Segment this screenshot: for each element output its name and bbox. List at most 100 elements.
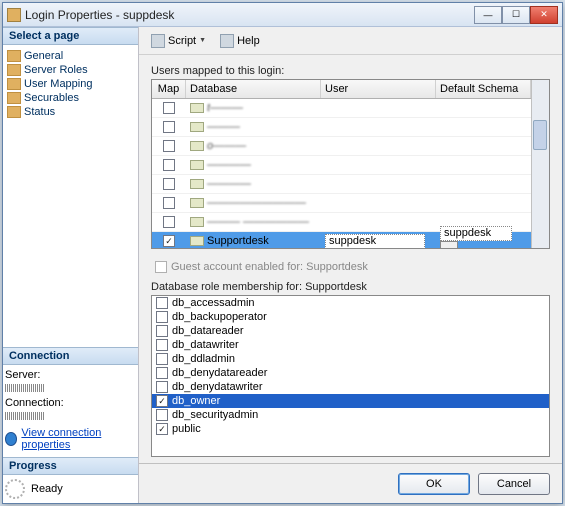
map-checkbox[interactable] xyxy=(163,197,175,209)
page-icon xyxy=(7,92,21,104)
role-item[interactable]: db_securityadmin xyxy=(152,408,549,422)
map-checkbox[interactable] xyxy=(163,121,175,133)
globe-icon xyxy=(5,432,17,446)
table-row[interactable]: ———— xyxy=(152,175,531,194)
table-row[interactable]: ———— xyxy=(152,156,531,175)
toolbar: Script ▼ Help xyxy=(139,27,562,55)
titlebar[interactable]: Login Properties - suppdesk — ☐ ✕ xyxy=(3,3,562,27)
page-icon xyxy=(7,64,21,76)
role-membership-label: Database role membership for: Supportdes… xyxy=(151,281,550,293)
grid-rows: t——————o——————————————————————— ——————Su… xyxy=(152,99,531,248)
map-checkbox[interactable] xyxy=(163,235,175,247)
page-icon xyxy=(7,106,21,118)
connection-header: Connection xyxy=(3,347,138,365)
col-schema[interactable]: Default Schema xyxy=(436,80,531,98)
role-checkbox[interactable] xyxy=(156,297,168,309)
db-name: ——— xyxy=(207,121,240,133)
view-connection-properties-link[interactable]: View connection properties xyxy=(21,427,136,451)
progress-body: Ready xyxy=(3,475,138,503)
help-button[interactable]: Help xyxy=(216,32,264,50)
map-checkbox[interactable] xyxy=(163,140,175,152)
footer: OK Cancel xyxy=(139,463,562,503)
table-row[interactable]: ————————— xyxy=(152,194,531,213)
role-list[interactable]: db_accessadmin db_backupoperator db_datare… xyxy=(151,295,550,457)
server-value xyxy=(5,384,45,392)
role-name: db_backupoperator xyxy=(172,311,267,323)
page-item-securables[interactable]: Securables xyxy=(5,91,136,105)
col-database[interactable]: Database xyxy=(186,80,321,98)
role-checkbox[interactable] xyxy=(156,423,168,435)
col-user[interactable]: User xyxy=(321,80,436,98)
role-checkbox[interactable] xyxy=(156,409,168,421)
map-checkbox[interactable] xyxy=(163,178,175,190)
role-item[interactable]: db_datareader xyxy=(152,324,549,338)
role-checkbox[interactable] xyxy=(156,311,168,323)
role-item[interactable]: db_ddladmin xyxy=(152,352,549,366)
connection-label: Connection: xyxy=(5,397,136,409)
ok-button[interactable]: OK xyxy=(398,473,470,495)
col-map[interactable]: Map xyxy=(152,80,186,98)
role-name: db_accessadmin xyxy=(172,297,255,309)
progress-spinner-icon xyxy=(5,479,25,499)
table-row[interactable]: ——— xyxy=(152,118,531,137)
role-checkbox[interactable] xyxy=(156,381,168,393)
table-row[interactable]: Supportdesksuppdesksuppdesk… xyxy=(152,232,531,248)
help-icon xyxy=(220,34,234,48)
database-icon xyxy=(190,160,204,170)
database-icon xyxy=(190,236,204,246)
user-mapping-grid[interactable]: Map Database User Default Schema t——— ———… xyxy=(151,79,550,249)
role-item[interactable]: db_denydatawriter xyxy=(152,380,549,394)
titlebar-buttons: — ☐ ✕ xyxy=(474,6,558,24)
user-cell-input[interactable]: suppdesk xyxy=(325,234,425,249)
page-label: User Mapping xyxy=(24,78,92,90)
schema-cell-input[interactable]: suppdesk xyxy=(440,226,512,241)
close-button[interactable]: ✕ xyxy=(530,6,558,24)
page-icon xyxy=(7,78,21,90)
map-checkbox[interactable] xyxy=(163,102,175,114)
page-item-server-roles[interactable]: Server Roles xyxy=(5,63,136,77)
table-row[interactable]: t——— xyxy=(152,99,531,118)
scrollbar-thumb[interactable] xyxy=(533,120,547,150)
page-item-user-mapping[interactable]: User Mapping xyxy=(5,77,136,91)
script-button[interactable]: Script ▼ xyxy=(147,32,210,50)
role-checkbox[interactable] xyxy=(156,395,168,407)
role-item[interactable]: db_denydatareader xyxy=(152,366,549,380)
role-item[interactable]: db_owner xyxy=(152,394,549,408)
role-item[interactable]: db_backupoperator xyxy=(152,310,549,324)
content: Select a page GeneralServer RolesUser Ma… xyxy=(3,27,562,503)
role-item[interactable]: db_datawriter xyxy=(152,338,549,352)
grid-scrollbar[interactable] xyxy=(531,80,549,248)
database-icon xyxy=(190,141,204,151)
app-icon xyxy=(7,8,21,22)
main-body: Users mapped to this login: Map Database… xyxy=(139,55,562,463)
script-icon xyxy=(151,34,165,48)
role-checkbox[interactable] xyxy=(156,367,168,379)
page-item-general[interactable]: General xyxy=(5,49,136,63)
role-checkbox[interactable] xyxy=(156,325,168,337)
role-name: db_datawriter xyxy=(172,339,239,351)
role-name: db_denydatawriter xyxy=(172,381,263,393)
sidebar-spacer xyxy=(3,123,138,347)
minimize-button[interactable]: — xyxy=(474,6,502,24)
map-checkbox[interactable] xyxy=(163,159,175,171)
cancel-button[interactable]: Cancel xyxy=(478,473,550,495)
connection-body: Server: Connection: View connection prop… xyxy=(3,365,138,457)
dialog-window: Login Properties - suppdesk — ☐ ✕ Select… xyxy=(2,2,563,504)
page-label: Server Roles xyxy=(24,64,88,76)
guest-checkbox xyxy=(155,261,167,273)
role-checkbox[interactable] xyxy=(156,339,168,351)
maximize-button[interactable]: ☐ xyxy=(502,6,530,24)
db-name: ————————— xyxy=(207,197,306,209)
page-icon xyxy=(7,50,21,62)
page-item-status[interactable]: Status xyxy=(5,105,136,119)
role-item[interactable]: public xyxy=(152,422,549,436)
schema-browse-button[interactable]: … xyxy=(440,241,458,248)
map-checkbox[interactable] xyxy=(163,216,175,228)
page-label: Status xyxy=(24,106,55,118)
role-item[interactable]: db_accessadmin xyxy=(152,296,549,310)
progress-state: Ready xyxy=(31,483,63,495)
role-checkbox[interactable] xyxy=(156,353,168,365)
role-name: db_datareader xyxy=(172,325,244,337)
db-name: t——— xyxy=(207,102,243,114)
table-row[interactable]: o——— xyxy=(152,137,531,156)
